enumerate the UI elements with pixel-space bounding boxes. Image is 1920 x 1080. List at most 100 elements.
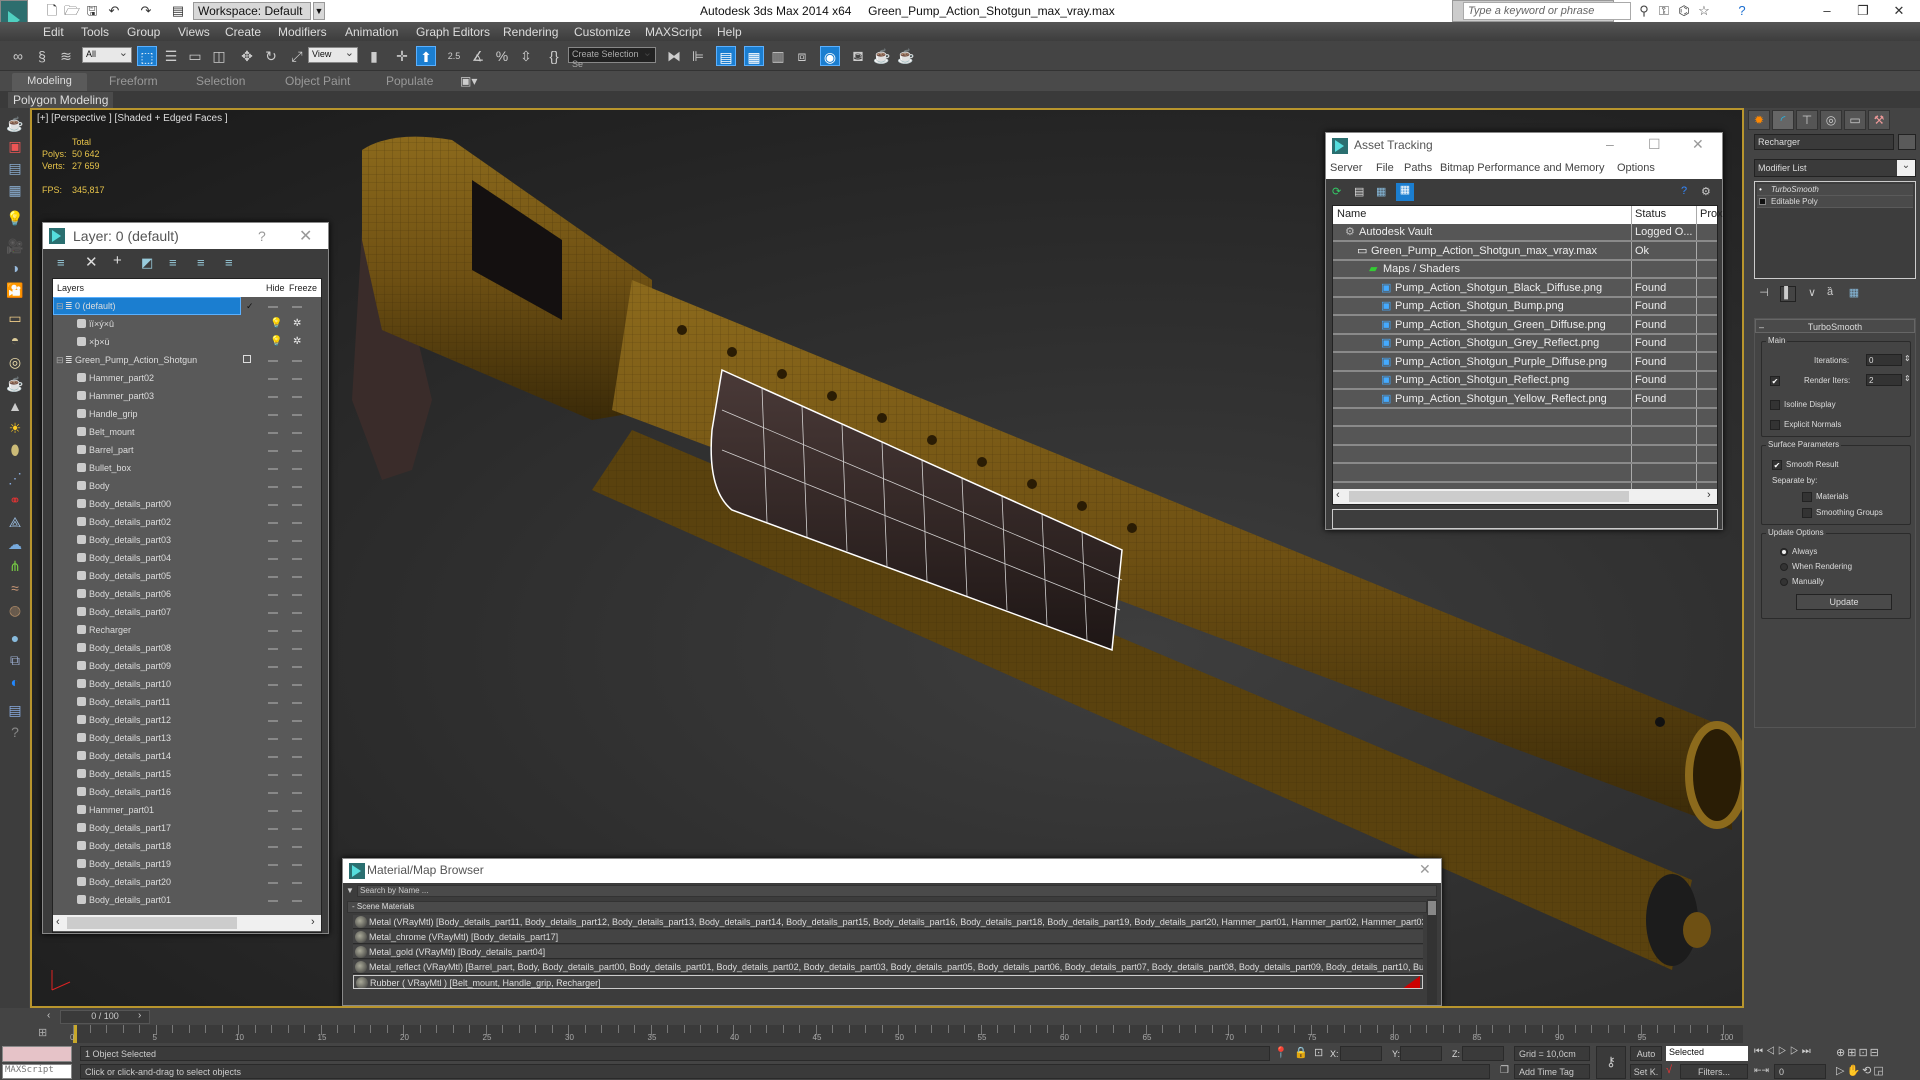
freeze-toggle[interactable] <box>292 486 302 488</box>
render-iters-checkbox[interactable]: ✔ <box>1770 376 1780 386</box>
layer-object-row[interactable]: Body_details_part14 <box>53 747 321 765</box>
reference-coordinate-dropdown[interactable]: View <box>308 46 358 63</box>
tab-selection[interactable]: Selection <box>196 74 245 88</box>
column-layers[interactable]: Layers <box>57 283 84 293</box>
scene-materials-group[interactable]: - Scene Materials <box>347 901 1427 913</box>
workspace-dropdown[interactable]: Workspace: Default <box>193 2 311 20</box>
hide-toggle[interactable] <box>268 468 278 470</box>
pivot-center-icon[interactable]: ▮ <box>364 46 384 66</box>
hide-unhide-layers-icon[interactable]: ≡ <box>197 255 205 270</box>
utilities-tab-icon[interactable]: ⚒ <box>1868 110 1890 130</box>
asset-options-icon[interactable]: ⚙ <box>1701 185 1711 198</box>
angle-snap-icon[interactable]: ∡ <box>468 46 488 66</box>
isoline-display-checkbox[interactable] <box>1770 400 1780 410</box>
spinner-arrows-icon[interactable]: ⇕ <box>1904 374 1911 383</box>
menu-help[interactable]: Help <box>717 25 742 39</box>
highlight-selected-layer-icon[interactable]: ≡ <box>169 255 177 270</box>
asset-row[interactable]: ▣ Pump_Action_Shotgun_Reflect.png Found <box>1333 372 1717 390</box>
hide-toggle[interactable] <box>268 792 278 794</box>
maxscript-listener-mini[interactable] <box>2 1046 72 1062</box>
hide-toggle[interactable] <box>268 846 278 848</box>
layer-object-row[interactable]: Belt_mount <box>53 423 321 441</box>
freeze-toggle[interactable] <box>292 504 302 506</box>
layer-manager-icon[interactable]: ▦ <box>744 46 764 66</box>
freeze-toggle[interactable] <box>292 774 302 776</box>
render-frame-icon[interactable]: ▣ <box>5 136 25 156</box>
close-icon[interactable]: ✕ <box>1884 2 1914 20</box>
layer-object-row[interactable]: Body_details_part18 <box>53 837 321 855</box>
asset-row[interactable]: ▭ Green_Pump_Action_Shotgun_max_vray.max O… <box>1333 243 1717 261</box>
layer-close-icon[interactable]: ✕ <box>299 226 312 246</box>
hide-toggle[interactable] <box>268 486 278 488</box>
ies-teapot-icon[interactable]: ☕ <box>5 374 25 394</box>
layer-object-row[interactable]: Hammer_part03 <box>53 387 321 405</box>
camera-icon[interactable]: 🎥 <box>5 236 25 256</box>
freeze-toggle[interactable] <box>292 396 302 398</box>
select-object-icon[interactable]: ⬚ <box>137 46 157 66</box>
scene-explorer-icon[interactable]: ▤ <box>716 46 736 66</box>
orbit-icon[interactable]: ⟲ <box>1862 1065 1873 1077</box>
window-crossing-icon[interactable]: ◫ <box>209 46 229 66</box>
motion-tab-icon[interactable]: ◎ <box>1820 110 1842 130</box>
light-lister-icon[interactable]: 💡 <box>5 208 25 228</box>
hide-toggle[interactable] <box>268 900 278 902</box>
undo-icon[interactable]: ↶ <box>106 3 122 19</box>
menu-tools[interactable]: Tools <box>81 25 109 39</box>
go-to-start-icon[interactable]: ⏮ <box>1754 1046 1766 1057</box>
hide-toggle[interactable] <box>268 360 278 362</box>
layer-object-row[interactable]: Body_details_part06 <box>53 585 321 603</box>
hide-toggle[interactable] <box>268 558 278 560</box>
layer-object-row[interactable]: Hammer_part02 <box>53 369 321 387</box>
hide-toggle[interactable] <box>268 720 278 722</box>
current-frame-field[interactable]: 0 <box>1774 1064 1826 1079</box>
freeze-toggle[interactable] <box>292 810 302 812</box>
render-production-icon[interactable]: ☕ <box>896 46 916 66</box>
hide-toggle[interactable] <box>268 774 278 776</box>
hierarchy-tab-icon[interactable]: ⊤ <box>1796 110 1818 130</box>
freeze-toggle[interactable] <box>292 630 302 632</box>
stack-item-turbosmooth[interactable]: • TurboSmooth <box>1757 184 1913 196</box>
material-row[interactable]: Metal_reflect (VRayMtl) [Barrel_part, Bo… <box>353 960 1423 974</box>
menu-group[interactable]: Group <box>127 25 160 39</box>
explicit-normals-checkbox[interactable] <box>1770 420 1780 430</box>
asset-minimize-icon[interactable]: – <box>1606 136 1614 152</box>
disc-light-icon[interactable]: ◎ <box>5 352 25 372</box>
hide-toggle[interactable] <box>268 612 278 614</box>
dome-light-icon[interactable]: ◓ <box>5 330 25 350</box>
layer-object-row[interactable]: Body_details_part04 <box>53 549 321 567</box>
bind-space-warp-icon[interactable]: ≋ <box>56 46 76 66</box>
freeze-toggle[interactable] <box>292 414 302 416</box>
snowflake-icon[interactable]: ✲ <box>293 333 301 351</box>
scroll-left-icon[interactable]: ‹ <box>56 916 60 928</box>
layer-object-row[interactable]: Body_details_part11 <box>53 693 321 711</box>
scroll-right-icon[interactable]: › <box>311 916 315 928</box>
layer-object-row[interactable]: Body_details_part13 <box>53 729 321 747</box>
freeze-toggle[interactable] <box>292 468 302 470</box>
hide-toggle[interactable] <box>268 594 278 596</box>
x-coordinate-field[interactable] <box>1340 1046 1382 1061</box>
layer-row[interactable]: ⊟ ≣ 0 (default) ✓ <box>53 297 321 315</box>
update-button[interactable]: Update <box>1796 594 1892 610</box>
percent-snap-icon[interactable]: % <box>492 46 512 66</box>
open-file-icon[interactable]: 🗁 <box>64 3 80 19</box>
hair-farm-icon[interactable]: ≈ <box>5 578 25 598</box>
expand-box-icon[interactable] <box>1759 198 1766 205</box>
scroll-left-icon[interactable]: ‹ <box>1336 489 1340 501</box>
modifier-list-dropdown[interactable]: Modifier List <box>1754 159 1916 177</box>
freeze-toggle[interactable] <box>292 576 302 578</box>
curve-editor-icon[interactable]: ⧈ <box>792 46 812 66</box>
layer-object-row[interactable]: Body_details_part07 <box>53 603 321 621</box>
scroll-thumb[interactable] <box>67 917 237 929</box>
collapse-icon[interactable]: ⊟ <box>56 297 64 315</box>
zoom-all-icon[interactable]: ⊞ <box>1847 1047 1858 1059</box>
rendered-frame-window-icon[interactable]: ☕ <box>872 46 892 66</box>
freeze-toggle[interactable] <box>292 306 302 308</box>
maxscript-input[interactable]: MAXScript <box>2 1064 72 1079</box>
freeze-toggle[interactable] <box>292 648 302 650</box>
move-icon[interactable]: ✥ <box>237 46 257 66</box>
hide-toggle[interactable] <box>268 306 278 308</box>
hide-toggle[interactable] <box>268 396 278 398</box>
hide-toggle[interactable] <box>268 432 278 434</box>
snowflake-icon[interactable]: ✲ <box>293 315 301 333</box>
layer-object-row[interactable]: Bullet_box <box>53 459 321 477</box>
